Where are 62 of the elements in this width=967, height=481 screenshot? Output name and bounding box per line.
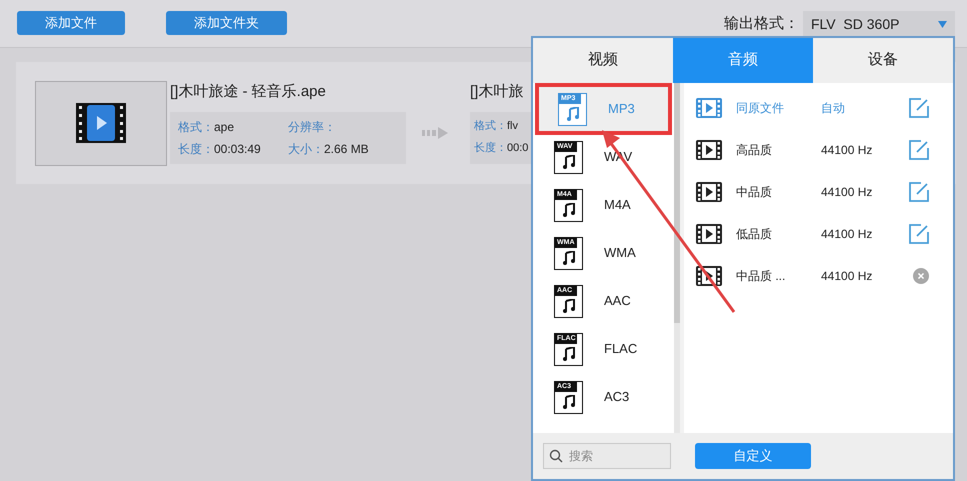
sample-rate: 44100 Hz — [821, 268, 872, 285]
output-format-label: 输出格式： — [724, 14, 799, 34]
sample-rate: 自动 — [821, 100, 845, 117]
info-label: 格式： — [178, 118, 214, 136]
sample-rate: 44100 Hz — [821, 142, 872, 159]
scrollbar-thumb[interactable] — [674, 83, 680, 323]
sample-rate: 44100 Hz — [821, 184, 872, 201]
delete-icon[interactable] — [913, 268, 929, 284]
output-format-dropdown[interactable]: FLV SD 360P — [803, 11, 955, 37]
search-icon — [549, 449, 563, 463]
add-button[interactable]: 添加文件 — [17, 11, 125, 35]
preset-row[interactable]: 高品质 44100 Hz — [684, 129, 953, 171]
music-note-icon — [562, 394, 574, 408]
info-label: 长度： — [178, 140, 214, 158]
format-name: MP3 — [608, 100, 635, 118]
arrow-icon — [422, 127, 448, 139]
music-note-icon — [562, 154, 574, 168]
preset-row[interactable]: 中品质 44100 Hz — [684, 171, 953, 213]
sample-rate: 44100 Hz — [821, 226, 872, 243]
edit-icon[interactable] — [909, 182, 929, 202]
info-value: 00:0 — [507, 141, 528, 156]
scrollbar[interactable] — [674, 83, 680, 433]
info-value: 00:03:49 — [214, 140, 261, 158]
info-label: 分辨率： — [288, 118, 336, 136]
edit-icon[interactable] — [909, 140, 929, 160]
film-play-icon — [696, 224, 722, 244]
caret-icon — [938, 20, 947, 28]
info-value: 2.66 MB — [324, 140, 369, 158]
edit-icon[interactable] — [909, 98, 929, 118]
source-file-name: []木叶旅途 - 轻音乐.ape — [170, 82, 327, 102]
add-button[interactable]: 添加文件夹 — [166, 11, 287, 35]
preset-name: 中品质 ... — [736, 268, 786, 285]
preset-row[interactable]: 低品质 44100 Hz — [684, 213, 953, 255]
format-name: AAC — [604, 292, 631, 310]
preset-name: 低品质 — [736, 226, 773, 243]
info-value: ape — [214, 118, 234, 136]
preset-name: 中品质 — [736, 184, 773, 201]
music-note-icon — [562, 250, 574, 264]
format-name: AC3 — [604, 388, 630, 406]
video-file-icon — [76, 103, 126, 143]
info-label: 格式： — [474, 119, 507, 134]
format-name: M4A — [604, 196, 631, 214]
format-tab[interactable]: 设备 — [813, 38, 953, 83]
info-label: 长度： — [474, 140, 507, 156]
format-tab[interactable]: 视频 — [533, 38, 673, 83]
preset-name: 同原文件 — [736, 100, 785, 117]
target-file-name: []木叶旅 — [470, 82, 524, 102]
film-play-icon — [696, 140, 722, 160]
film-play-icon — [696, 182, 722, 202]
search-field[interactable]: 搜索 — [543, 443, 671, 469]
edit-icon[interactable] — [909, 224, 929, 244]
preset-row[interactable]: 中品质 ... 44100 Hz — [684, 255, 953, 297]
film-play-icon — [696, 98, 722, 118]
music-note-icon — [562, 298, 574, 312]
format-name: WMA — [604, 244, 636, 262]
music-note-icon — [566, 106, 578, 120]
info-label: 大小： — [288, 140, 324, 158]
music-note-icon — [562, 202, 574, 216]
info-value: flv — [507, 119, 518, 134]
music-note-icon — [562, 346, 574, 360]
format-name: FLAC — [604, 340, 638, 358]
preset-name: 高品质 — [736, 142, 773, 159]
